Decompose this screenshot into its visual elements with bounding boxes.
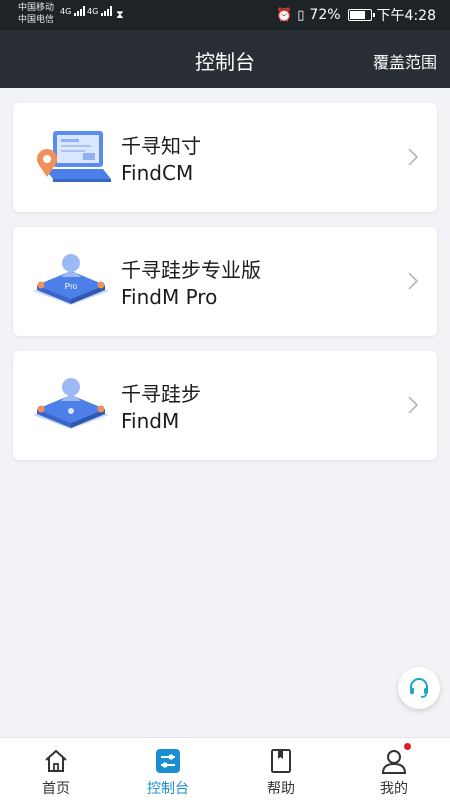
bottom-tab-bar: 首页 控制台 帮助 我的 bbox=[0, 737, 450, 800]
platform-icon bbox=[31, 371, 115, 441]
battery-icon bbox=[347, 9, 375, 21]
network-1-label: 4G bbox=[60, 7, 72, 16]
carrier-1: 中国移动 bbox=[18, 3, 55, 13]
tab-label: 我的 bbox=[380, 781, 408, 797]
product-card-findm[interactable]: 千寻跬步 FindM bbox=[13, 351, 437, 460]
home-icon bbox=[45, 749, 67, 772]
chevron-right-icon bbox=[408, 396, 419, 414]
product-en-name: FindM Pro bbox=[121, 285, 218, 309]
clock: 下午4:28 bbox=[376, 8, 436, 24]
headset-icon bbox=[410, 678, 428, 698]
chevron-right-icon bbox=[408, 148, 419, 166]
tab-label: 控制台 bbox=[147, 781, 189, 797]
tab-home[interactable]: 首页 bbox=[0, 738, 112, 800]
product-name: 千寻跬步 bbox=[121, 382, 201, 406]
product-card-findcm[interactable]: 千寻知寸 FindCM bbox=[13, 103, 437, 212]
signal-2-icon: 4G bbox=[87, 6, 113, 16]
platform-pro-icon: Pro bbox=[31, 247, 115, 317]
book-icon bbox=[271, 749, 291, 773]
carrier-2: 中国电信 bbox=[18, 15, 55, 25]
notification-badge bbox=[404, 743, 411, 750]
product-name: 千寻知寸 bbox=[121, 134, 201, 158]
vibrate-icon: ▯ bbox=[297, 7, 305, 23]
laptop-location-icon bbox=[31, 123, 115, 193]
hourglass-icon: ⧗ bbox=[116, 8, 124, 21]
tab-console[interactable]: 控制台 bbox=[112, 738, 224, 800]
user-icon bbox=[381, 750, 407, 774]
carrier-info: 中国移动 中国电信 bbox=[18, 2, 54, 26]
tab-label: 首页 bbox=[42, 781, 70, 797]
status-bar: 中国移动 中国电信 4G 4G ⧗ ⏰ ▯ 72% 下午4:28 bbox=[0, 0, 450, 30]
tab-mine[interactable]: 我的 bbox=[338, 738, 450, 800]
coverage-link[interactable]: 覆盖范围 bbox=[373, 49, 437, 73]
app-header: 控制台 覆盖范围 bbox=[0, 30, 450, 88]
signal-1-icon: 4G bbox=[60, 6, 86, 16]
tab-label: 帮助 bbox=[267, 781, 295, 797]
tab-help[interactable]: 帮助 bbox=[225, 738, 337, 800]
customer-support-button[interactable] bbox=[398, 667, 440, 709]
network-2-label: 4G bbox=[87, 7, 99, 16]
product-en-name: FindCM bbox=[121, 161, 194, 185]
alarm-icon: ⏰ bbox=[276, 7, 293, 23]
console-sliders-icon bbox=[156, 749, 180, 773]
product-en-name: FindM bbox=[121, 409, 180, 433]
product-name: 千寻跬步专业版 bbox=[121, 258, 261, 282]
product-card-findm-pro[interactable]: Pro 千寻跬步专业版 FindM Pro bbox=[13, 227, 437, 336]
chevron-right-icon bbox=[408, 272, 419, 290]
status-right: ⏰ ▯ 72% 下午4:28 bbox=[276, 5, 436, 25]
pro-icon-text: Pro bbox=[65, 282, 78, 291]
battery-percent: 72% bbox=[309, 7, 341, 23]
